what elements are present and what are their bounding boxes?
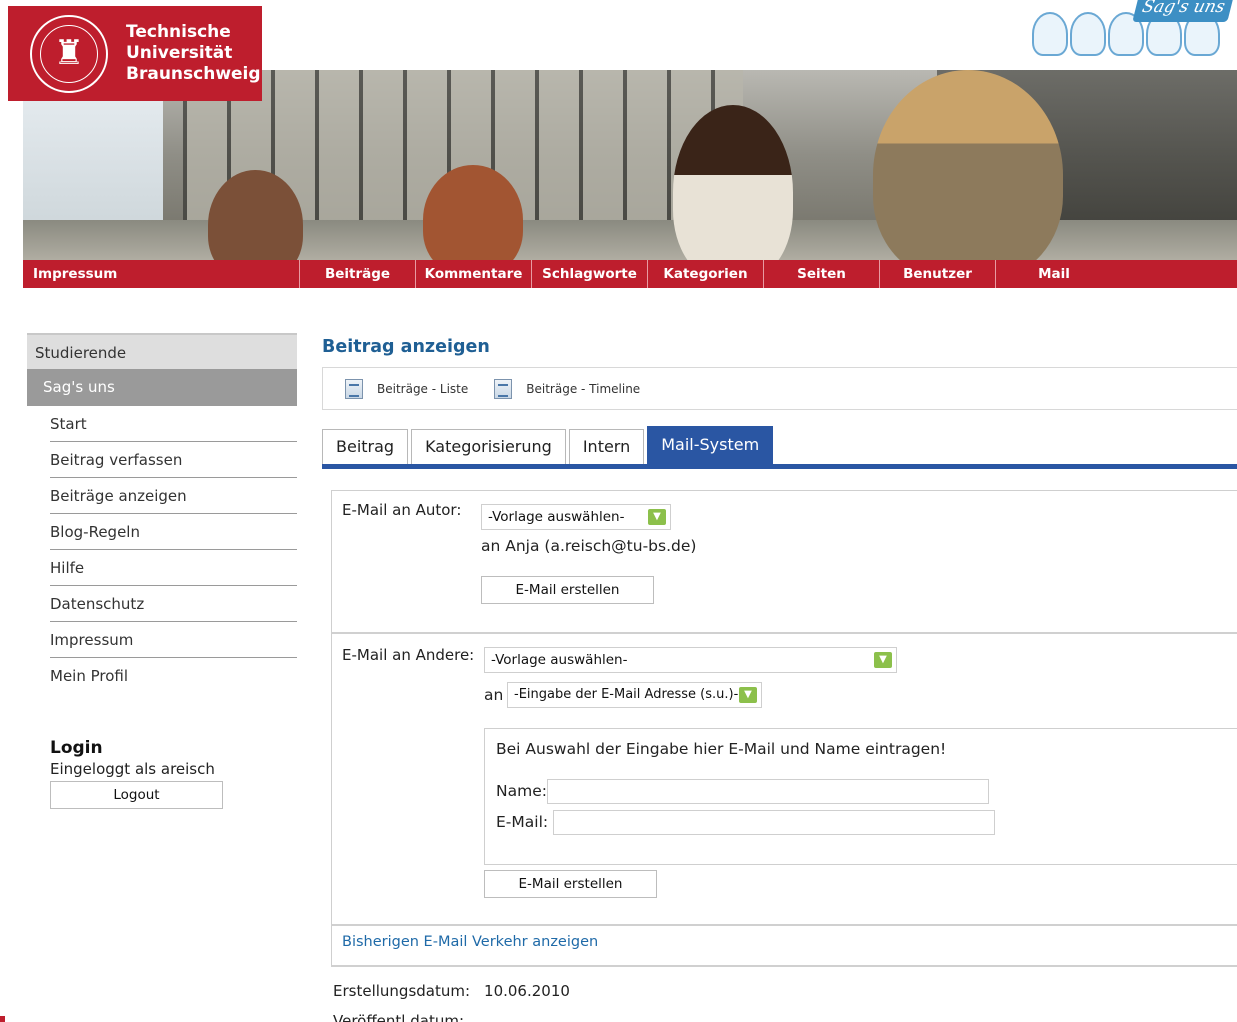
other-template-select[interactable]: -Vorlage auswählen- ▼ <box>484 647 897 673</box>
published-date-label: Veröffentl.datum: <box>333 1012 464 1022</box>
page: Technische Universität Braunschweig Sag'… <box>0 0 1237 1022</box>
nav-schlagworte[interactable]: Schlagworte <box>532 260 648 288</box>
nav-impressum[interactable]: Impressum <box>23 260 300 288</box>
author-create-mail-button[interactable]: E-Mail erstellen <box>481 576 654 604</box>
toolbar-beitraege-timeline[interactable]: Beiträge - Timeline <box>494 378 640 399</box>
sags-uns-badge: Sag's uns <box>1132 0 1235 22</box>
edge-marker <box>0 1016 5 1022</box>
nav-kommentare[interactable]: Kommentare <box>416 260 532 288</box>
author-template-select[interactable]: -Vorlage auswählen- ▼ <box>481 504 671 530</box>
main-nav: Impressum Beiträge Kommentare Schlagwort… <box>23 260 1237 288</box>
timeline-document-icon <box>494 378 513 399</box>
logout-button[interactable]: Logout <box>50 781 223 809</box>
author-mail-section: E-Mail an Autor: -Vorlage auswählen- ▼ a… <box>332 491 1237 634</box>
nav-benutzer[interactable]: Benutzer <box>880 260 996 288</box>
other-mail-label: E-Mail an Andere: <box>342 646 475 664</box>
author-recipient: an Anja (a.reisch@tu-bs.de) <box>481 537 697 555</box>
sidebar-item-sags-uns[interactable]: Sag's uns <box>27 369 297 406</box>
recipient-select[interactable]: -Eingabe der E-Mail Adresse (s.u.)- ▼ <box>507 682 762 708</box>
manual-recipient-box: Bei Auswahl der Eingabe hier E-Mail und … <box>484 728 1237 865</box>
post-tabs: Beitrag Kategorisierung Intern Mail-Syst… <box>322 426 776 464</box>
university-logo[interactable]: Technische Universität Braunschweig <box>8 6 262 101</box>
sidebar-item-datenschutz[interactable]: Datenschutz <box>50 586 297 622</box>
tab-kategorisierung[interactable]: Kategorisierung <box>411 429 566 464</box>
email-label: E-Mail: <box>496 813 549 831</box>
login-box: Login Eingeloggt als areisch Logout <box>50 738 300 809</box>
created-date-label: Erstellungsdatum: <box>333 982 471 1000</box>
tab-mail-system[interactable]: Mail-System <box>647 426 774 464</box>
name-input[interactable] <box>547 779 989 804</box>
chevron-down-icon: ▼ <box>739 687 757 703</box>
tab-beitrag[interactable]: Beitrag <box>322 429 409 464</box>
login-status: Eingeloggt als areisch <box>50 760 215 778</box>
nav-seiten[interactable]: Seiten <box>764 260 880 288</box>
page-title: Beitrag anzeigen <box>322 337 490 357</box>
other-an-label: an <box>484 686 504 704</box>
list-document-icon <box>345 378 363 399</box>
nav-beitraege[interactable]: Beiträge <box>300 260 416 288</box>
sidebar-item-mein-profil[interactable]: Mein Profil <box>50 658 297 694</box>
sidebar-section-studierende[interactable]: Studierende <box>27 333 297 369</box>
sidebar-item-hilfe[interactable]: Hilfe <box>50 550 297 586</box>
history-row: Bisherigen E-Mail Verkehr anzeigen <box>331 925 1237 967</box>
tab-intern[interactable]: Intern <box>568 429 645 464</box>
other-create-mail-button[interactable]: E-Mail erstellen <box>484 870 657 898</box>
nav-kategorien[interactable]: Kategorien <box>648 260 764 288</box>
university-name: Technische Universität Braunschweig <box>126 22 261 84</box>
university-seal-icon <box>30 14 108 93</box>
author-mail-label: E-Mail an Autor: <box>342 501 462 519</box>
sidebar-item-start[interactable]: Start <box>50 406 297 442</box>
created-date-row: Erstellungsdatum: 10.06.2010 <box>333 982 570 1000</box>
sidebar: Studierende Sag's uns Start Beitrag verf… <box>27 333 297 694</box>
sidebar-item-beitrag-verfassen[interactable]: Beitrag verfassen <box>50 442 297 478</box>
login-title: Login <box>50 738 103 758</box>
sidebar-item-impressum[interactable]: Impressum <box>50 622 297 658</box>
nav-mail[interactable]: Mail <box>996 260 1112 288</box>
sags-uns-logo[interactable]: Sag's uns <box>1032 0 1237 60</box>
chevron-down-icon: ▼ <box>874 652 892 668</box>
mail-system-panel: E-Mail an Autor: -Vorlage auswählen- ▼ a… <box>331 490 1237 926</box>
sidebar-item-blog-regeln[interactable]: Blog-Regeln <box>50 514 297 550</box>
post-toolbar: Beiträge - Liste Beiträge - Timeline <box>322 367 1237 410</box>
chevron-down-icon: ▼ <box>648 509 666 525</box>
published-date-row: Veröffentl.datum: <box>333 1012 464 1022</box>
other-mail-section: E-Mail an Andere: -Vorlage auswählen- ▼ … <box>332 634 1237 926</box>
email-input[interactable] <box>553 810 995 835</box>
tab-underline <box>322 464 1237 469</box>
toolbar-beitraege-liste[interactable]: Beiträge - Liste <box>345 378 468 399</box>
name-label: Name: <box>496 782 547 800</box>
show-mail-history-link[interactable]: Bisherigen E-Mail Verkehr anzeigen <box>342 934 598 950</box>
created-date-value: 10.06.2010 <box>484 982 570 1000</box>
manual-entry-hint: Bei Auswahl der Eingabe hier E-Mail und … <box>496 740 947 758</box>
sidebar-item-beitraege-anzeigen[interactable]: Beiträge anzeigen <box>50 478 297 514</box>
